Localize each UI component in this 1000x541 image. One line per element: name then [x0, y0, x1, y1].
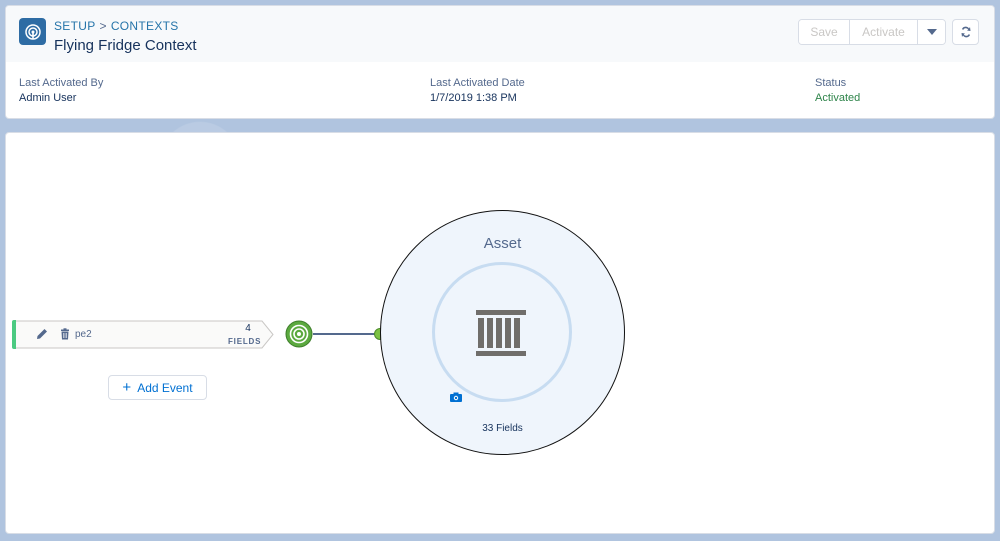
breadcrumb-contexts[interactable]: CONTEXTS [111, 19, 179, 33]
sync-button[interactable] [952, 19, 979, 45]
page-title: Flying Fridge Context [54, 37, 197, 54]
asset-field-count: 33 Fields [482, 423, 523, 434]
context-canvas: pe2 4 FIELDS + Add Event Asset 33 Fields [5, 132, 995, 534]
breadcrumb: SETUP > CONTEXTS [54, 19, 179, 33]
status-value: Activated [815, 92, 861, 104]
event-card[interactable]: pe2 4 FIELDS [12, 320, 274, 349]
last-activated-by-label: Last Activated By [19, 77, 104, 89]
connection-line [313, 333, 379, 335]
add-event-label: Add Event [137, 380, 193, 395]
pencil-icon[interactable] [36, 328, 48, 340]
breadcrumb-setup[interactable]: SETUP [54, 19, 96, 33]
last-activated-by-value: Admin User [19, 92, 77, 104]
sync-icon [961, 26, 970, 38]
plus-icon: + [122, 378, 132, 396]
status-label: Status [815, 77, 847, 89]
add-event-button[interactable]: + Add Event [108, 375, 207, 400]
action-button-group: Save Activate [798, 19, 946, 45]
last-activated-date-label: Last Activated Date [430, 77, 525, 89]
asset-node[interactable]: Asset 33 Fields [380, 210, 625, 455]
event-fields-label: FIELDS [228, 337, 262, 346]
last-activated-date-value: 1/7/2019 1:38 PM [430, 92, 517, 104]
activate-button[interactable]: Activate [850, 20, 918, 44]
camera-icon[interactable] [450, 392, 462, 402]
pillars-icon [476, 310, 526, 356]
context-icon [19, 18, 46, 45]
chevron-down-icon [926, 29, 937, 35]
save-button[interactable]: Save [799, 20, 850, 44]
page-header: SETUP > CONTEXTS Flying Fridge Context Sav… [5, 5, 995, 119]
event-accent-bar [12, 320, 16, 349]
broadcast-icon[interactable] [285, 320, 313, 348]
more-actions-button[interactable] [918, 20, 945, 44]
asset-title: Asset [483, 235, 522, 252]
header-top-bar: SETUP > CONTEXTS Flying Fridge Context Sav… [6, 6, 994, 63]
event-name: pe2 [75, 329, 92, 340]
trash-icon[interactable] [59, 328, 71, 340]
event-field-count: 4 [245, 323, 251, 334]
breadcrumb-separator: > [99, 19, 107, 33]
